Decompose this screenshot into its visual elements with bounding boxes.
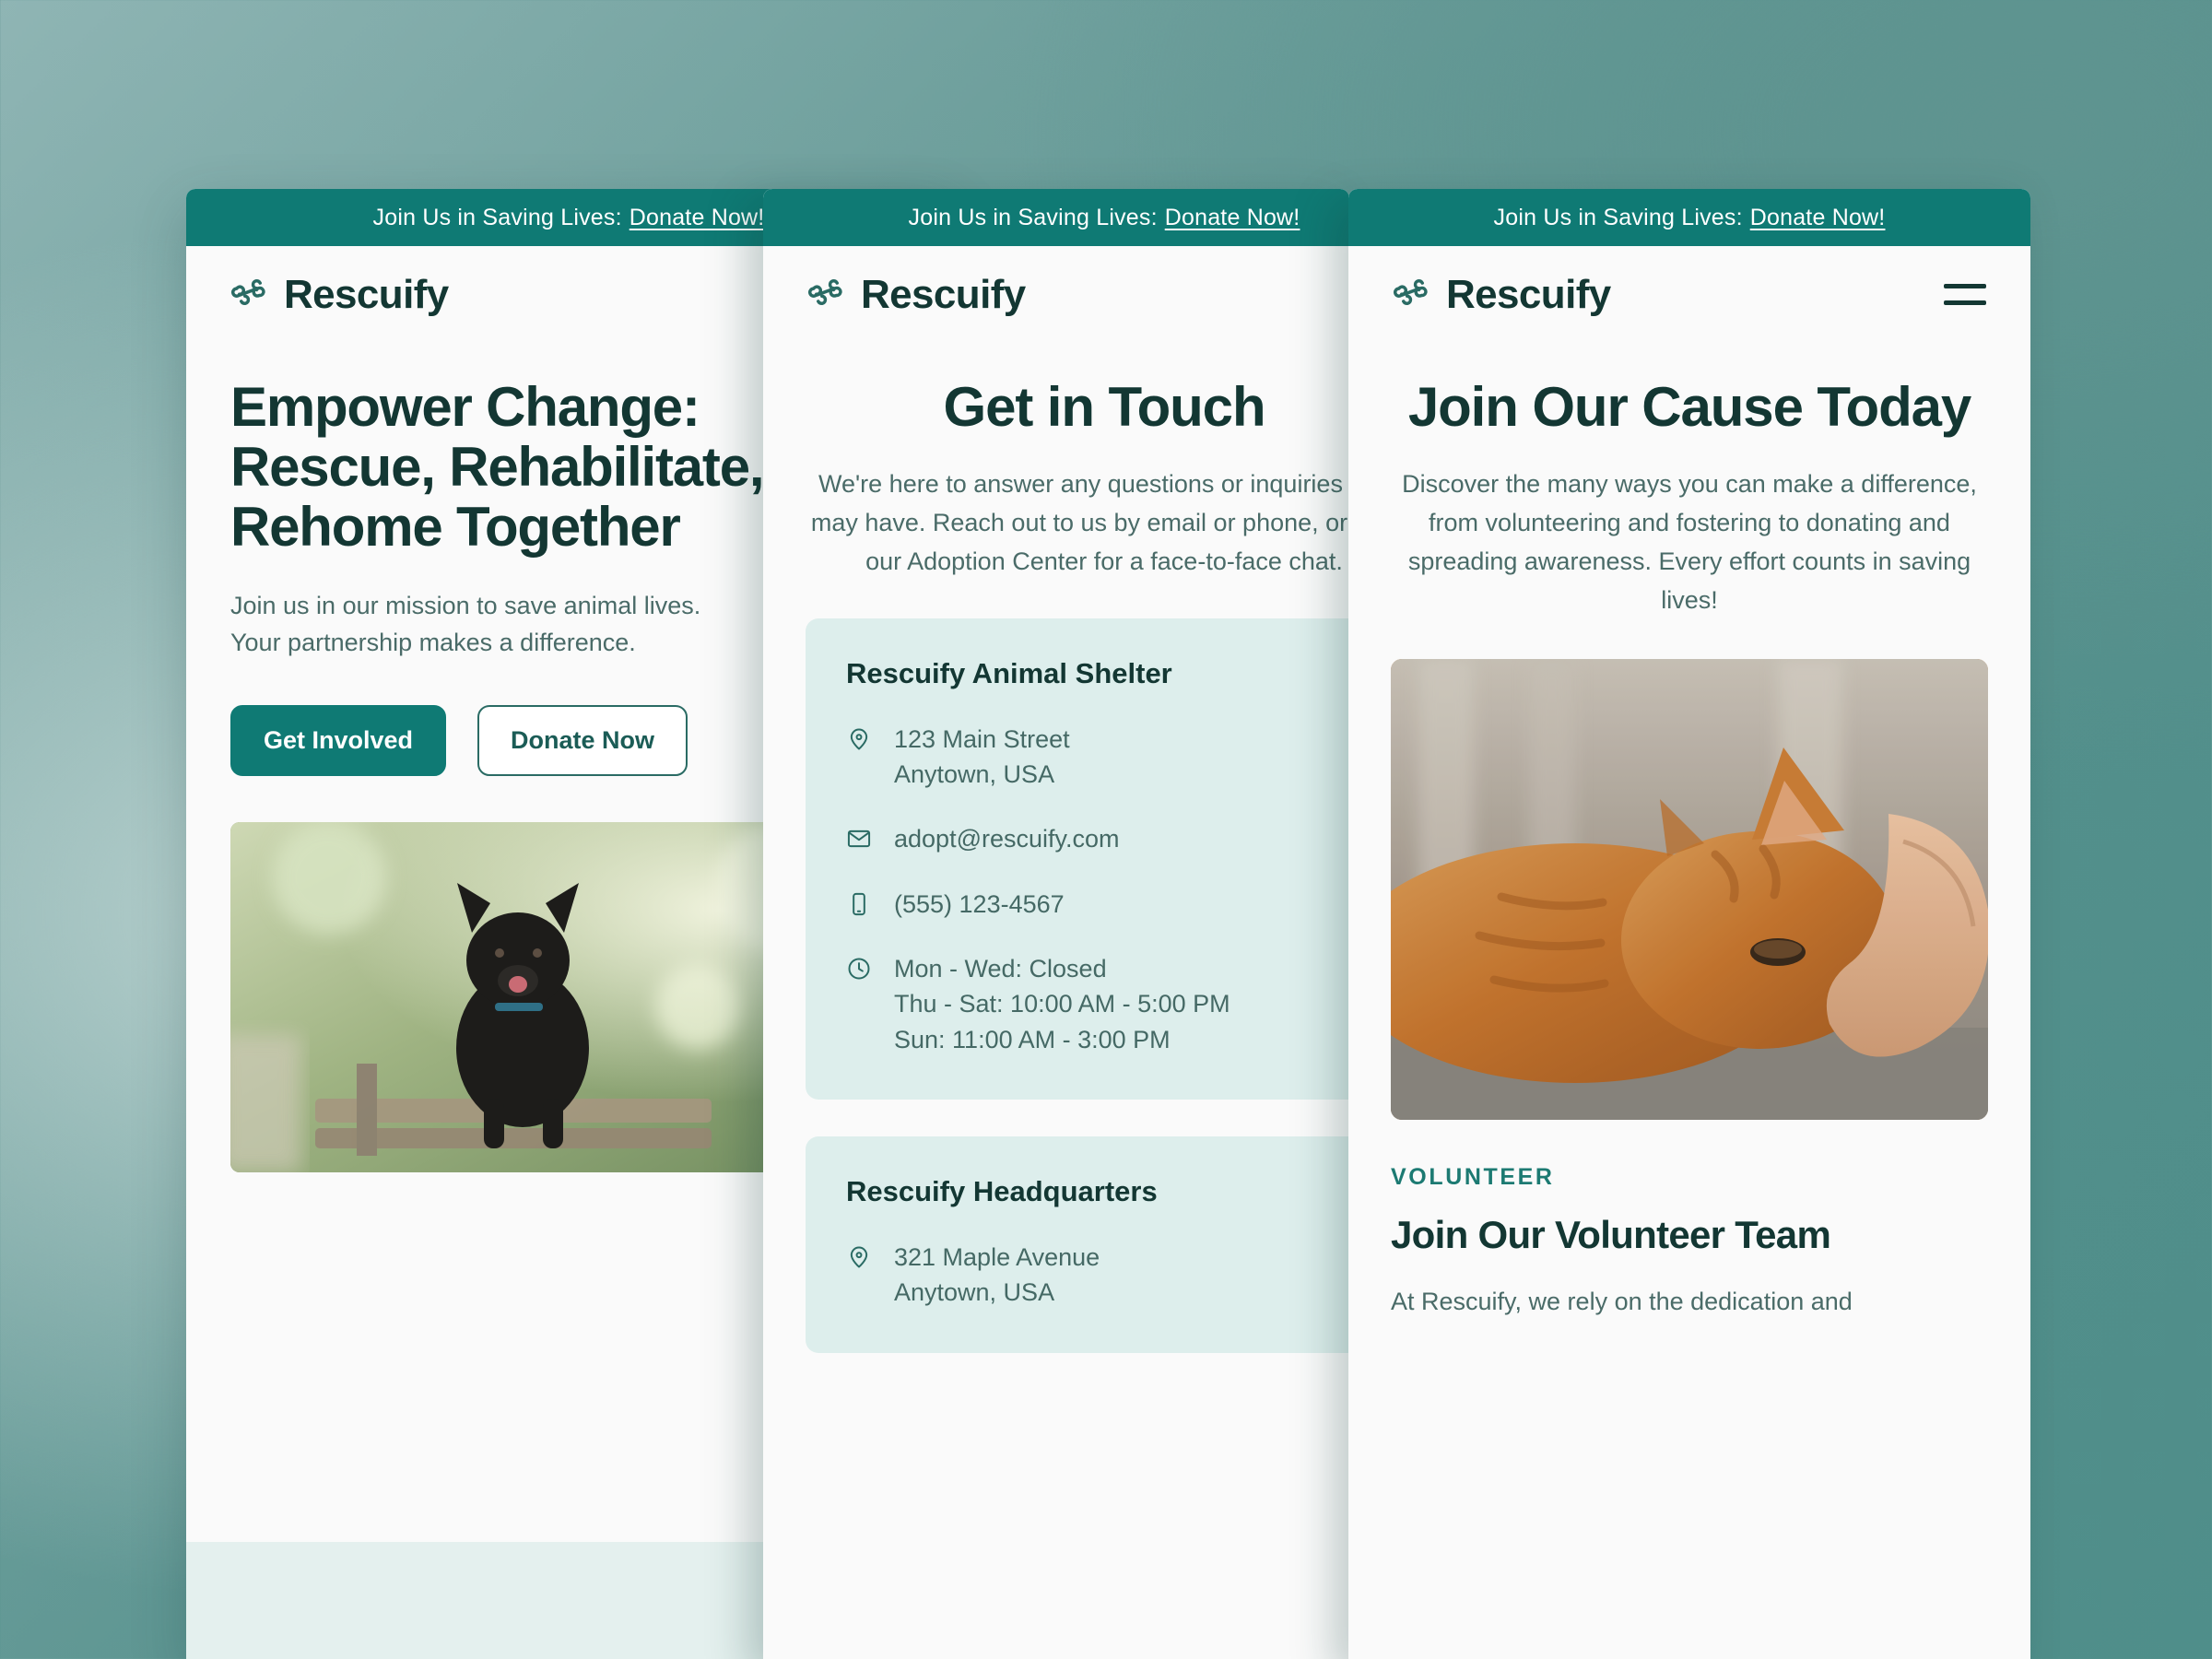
hours-line-2: Thu - Sat: 10:00 AM - 5:00 PM [894, 990, 1230, 1018]
promo-banner-donate-link[interactable]: Donate Now! [629, 205, 765, 231]
clock-icon [846, 951, 874, 1057]
phone-value[interactable]: (555) 123-4567 [894, 887, 1065, 922]
get-involved-button[interactable]: Get Involved [230, 704, 447, 776]
get-involved-intro: Join Our Cause Today Discover the many w… [1348, 343, 2030, 620]
bone-icon [1393, 272, 1433, 317]
hours-lines: Mon - Wed: Closed Thu - Sat: 10:00 AM - … [894, 951, 1230, 1057]
donate-now-button[interactable]: Donate Now [477, 704, 688, 776]
address-line-2: Anytown, USA [894, 760, 1055, 789]
brand-logo[interactable]: Rescuify [230, 272, 449, 318]
card-title: Rescuify Animal Shelter [846, 656, 1172, 689]
promo-banner-donate-link[interactable]: Donate Now! [1165, 205, 1300, 231]
brand-logo[interactable]: Rescuify [1393, 272, 1611, 318]
page-title: Get in Touch [943, 376, 1266, 438]
address-line-2: Anytown, USA [894, 1278, 1055, 1307]
phone-lines: (555) 123-4567 [894, 887, 1065, 922]
hamburger-line [1944, 300, 1986, 305]
contact-card-headquarters: Rescuify Headquarters 321 Maple Avenue A… [806, 1136, 1349, 1353]
get-involved-subtitle: Discover the many ways you can make a di… [1402, 470, 1977, 614]
contact-subtitle: We're here to answer any questions or in… [810, 470, 1349, 575]
brand-name: Rescuify [1446, 271, 1611, 317]
address-lines: 321 Maple Avenue Anytown, USA [894, 1240, 1100, 1311]
promo-banner-text: Join Us in Saving Lives: [908, 204, 1158, 230]
cat-image [1391, 658, 1988, 1120]
promo-banner: Join Us in Saving Lives: Donate Now! [763, 189, 1349, 246]
page-title: Join Our Cause Today [1407, 376, 1971, 438]
screenshot-stage: Join Us in Saving Lives: Donate Now! Res… [0, 0, 2212, 1659]
address-lines: 123 Main Street Anytown, USA [894, 722, 1070, 793]
brand-name: Rescuify [861, 271, 1026, 317]
contact-row-email[interactable]: adopt@rescuify.com [846, 821, 1349, 856]
map-pin-icon [846, 1240, 874, 1311]
volunteer-section: VOLUNTEER Join Our Volunteer Team At Res… [1348, 1120, 2030, 1321]
site-header: Rescuify [1348, 246, 2030, 343]
section-eyebrow: VOLUNTEER [1391, 1163, 1555, 1190]
site-header: Rescuify [763, 246, 1349, 343]
envelope-icon [846, 821, 874, 856]
promo-banner-text: Join Us in Saving Lives: [1493, 204, 1743, 230]
bone-icon [807, 272, 848, 317]
hours-line-1: Mon - Wed: Closed [894, 955, 1107, 983]
promo-banner-text: Join Us in Saving Lives: [372, 204, 622, 230]
hours-line-3: Sun: 11:00 AM - 3:00 PM [894, 1025, 1171, 1053]
contact-row-hours: Mon - Wed: Closed Thu - Sat: 10:00 AM - … [846, 951, 1349, 1057]
phone-icon [846, 887, 874, 922]
get-involved-page-panel: Join Us in Saving Lives: Donate Now! Res… [1348, 189, 2030, 1659]
email-lines: adopt@rescuify.com [894, 821, 1120, 856]
map-pin-icon [846, 722, 874, 793]
contact-intro: Get in Touch We're here to answer any qu… [763, 343, 1349, 582]
contact-row-address: 123 Main Street Anytown, USA [846, 722, 1349, 793]
promo-banner: Join Us in Saving Lives: Donate Now! [1348, 189, 2030, 246]
promo-banner-donate-link[interactable]: Donate Now! [1750, 205, 1886, 231]
bone-icon [230, 272, 271, 317]
contact-row-address: 321 Maple Avenue Anytown, USA [846, 1240, 1349, 1311]
brand-name: Rescuify [284, 271, 449, 317]
volunteer-body: At Rescuify, we rely on the dedication a… [1391, 1287, 1853, 1315]
hamburger-line [1944, 284, 1986, 288]
address-line-1: 321 Maple Avenue [894, 1243, 1100, 1272]
contact-card-shelter: Rescuify Animal Shelter 123 Main Street … [806, 618, 1349, 1100]
contact-row-phone[interactable]: (555) 123-4567 [846, 887, 1349, 922]
contact-page-panel: Join Us in Saving Lives: Donate Now! Res… [763, 189, 1349, 1659]
email-value[interactable]: adopt@rescuify.com [894, 821, 1120, 856]
volunteer-title: Join Our Volunteer Team [1391, 1212, 1831, 1256]
address-line-1: 123 Main Street [894, 724, 1070, 753]
brand-logo[interactable]: Rescuify [807, 272, 1026, 318]
card-title: Rescuify Headquarters [846, 1175, 1158, 1208]
hamburger-menu-icon[interactable] [1944, 284, 1986, 305]
